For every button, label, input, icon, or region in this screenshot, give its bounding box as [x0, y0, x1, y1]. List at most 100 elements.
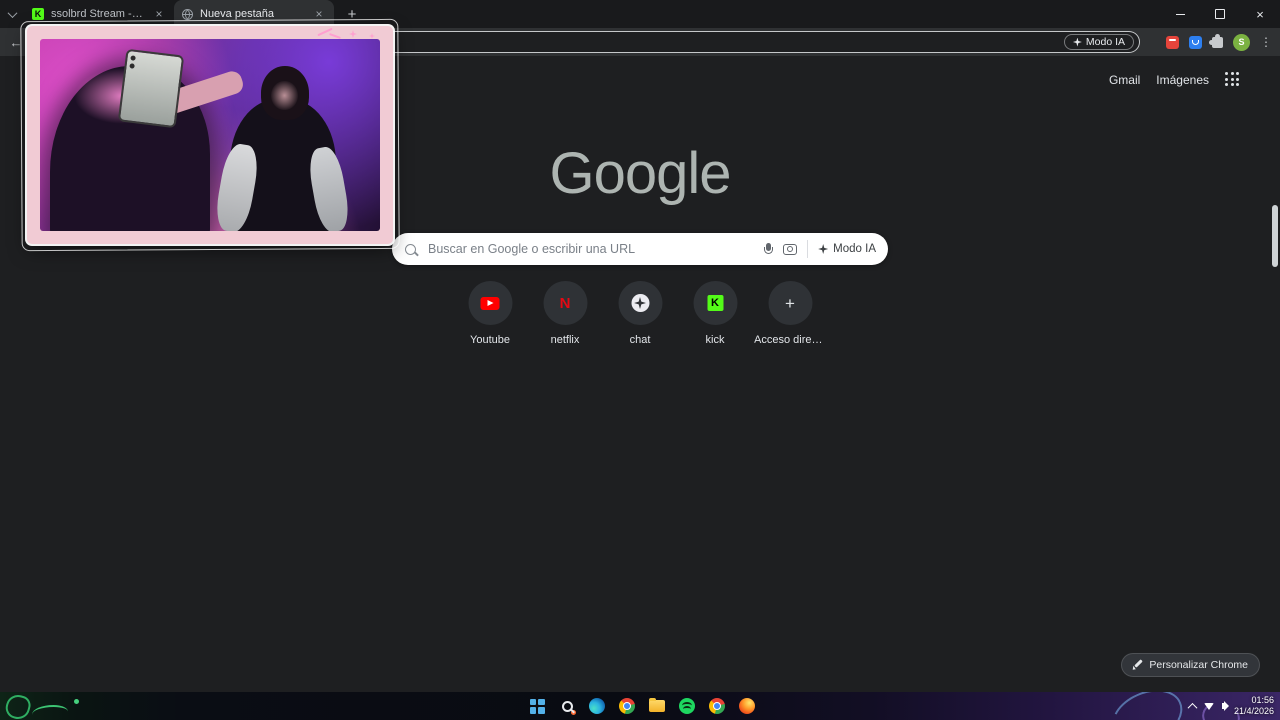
tray-overflow-button[interactable] [1187, 702, 1198, 713]
page-header: Gmail Imágenes [1109, 72, 1240, 87]
images-link[interactable]: Imágenes [1156, 73, 1209, 87]
taskbar-search-button[interactable] [558, 697, 576, 715]
tab-strip: K ssolbrd Stream - Watch Live on... × Nu… [0, 0, 1280, 28]
tab-title: Nueva pestaña [200, 8, 274, 20]
minimize-icon [1175, 13, 1185, 15]
shortcut-kick[interactable]: K kick [678, 281, 753, 346]
extension-blue-icon[interactable] [1189, 35, 1202, 49]
taskbar-chrome-button[interactable] [618, 697, 636, 715]
minimize-button[interactable] [1160, 0, 1200, 28]
taskbar-firefox-button[interactable] [738, 697, 756, 715]
tab-new-tab[interactable]: Nueva pestaña × [174, 0, 334, 28]
tab-search-button[interactable] [0, 0, 24, 28]
scrollbar-thumb[interactable] [1272, 205, 1278, 267]
clock-date: 21/4/2026 [1233, 706, 1274, 716]
shortcut-tile [468, 281, 512, 325]
omnibox-modo-ia-button[interactable]: Modo IA [1063, 34, 1134, 50]
modo-ia-label: Modo IA [833, 243, 876, 255]
shortcut-label: Youtube [470, 334, 510, 346]
browser-menu-button[interactable]: ⋮ [1260, 36, 1272, 48]
spotify-icon [679, 698, 695, 714]
shortcuts-row: Youtube N netflix chat K kick + Acceso d… [453, 281, 828, 346]
wallpaper-art [3, 692, 33, 720]
taskbar-clock[interactable]: 01:56 21/4/2026 [1234, 695, 1274, 718]
shortcut-chat[interactable]: chat [603, 281, 678, 346]
start-button[interactable] [528, 697, 546, 715]
gmail-link[interactable]: Gmail [1109, 73, 1140, 87]
new-tab-button[interactable]: + [340, 2, 364, 26]
extensions-puzzle-icon[interactable] [1209, 33, 1223, 48]
voice-search-icon[interactable] [763, 242, 774, 256]
windows-logo-icon [529, 698, 545, 714]
globe-favicon-icon [182, 8, 193, 20]
window-controls: × [1160, 0, 1280, 28]
toolbar-actions: S ⋮ [1166, 28, 1272, 56]
search-modo-ia-button[interactable]: Modo IA [818, 243, 876, 255]
windows-taskbar: 01:56 21/4/2026 [0, 692, 1280, 720]
volume-icon[interactable] [1221, 701, 1229, 711]
wallpaper-art [74, 699, 79, 704]
close-window-button[interactable]: × [1240, 0, 1280, 28]
youtube-icon [480, 296, 500, 310]
sparkle-icon [1072, 37, 1082, 47]
taskbar-chrome-2-button[interactable] [708, 697, 726, 715]
wallpaper-art [1103, 692, 1191, 720]
search-bar[interactable]: Modo IA [392, 233, 888, 265]
search-icon [561, 700, 576, 715]
picture-in-picture-video[interactable] [27, 26, 393, 244]
tab-close-button[interactable]: × [312, 7, 326, 21]
modo-ia-label: Modo IA [1085, 36, 1125, 48]
plus-icon: + [785, 293, 795, 313]
taskbar-spotify-button[interactable] [678, 697, 696, 715]
taskbar-file-explorer-button[interactable] [648, 697, 666, 715]
customize-chrome-button[interactable]: Personalizar Chrome [1121, 653, 1260, 677]
extension-red-icon[interactable] [1166, 35, 1179, 49]
sparkle-icon [818, 244, 829, 254]
kick-favicon-icon: K [32, 8, 44, 20]
google-apps-icon[interactable] [1225, 72, 1240, 87]
image-search-icon[interactable] [783, 243, 798, 255]
netflix-icon: N [559, 294, 571, 312]
shortcut-netflix[interactable]: N netflix [528, 281, 603, 346]
taskbar-app-button[interactable] [768, 697, 786, 715]
pencil-icon [1133, 660, 1143, 670]
maximize-icon [1215, 9, 1225, 19]
shortcut-youtube[interactable]: Youtube [453, 281, 528, 346]
search-icon [405, 243, 416, 255]
maximize-button[interactable] [1200, 0, 1240, 28]
chrome-icon [619, 698, 635, 714]
shortcut-label: chat [629, 334, 651, 346]
tab-stream[interactable]: K ssolbrd Stream - Watch Live on... × [24, 0, 174, 28]
chevron-down-icon [7, 7, 17, 18]
sparkle-icon [349, 30, 357, 38]
clock-time: 01:56 [1251, 694, 1274, 705]
taskbar-icons [528, 692, 786, 720]
close-icon: × [1256, 6, 1264, 22]
shortcut-label: netflix [550, 334, 580, 346]
folder-icon [649, 698, 665, 712]
taskbar-edge-button[interactable] [588, 697, 606, 715]
search-input[interactable] [426, 241, 755, 257]
tab-close-button[interactable]: × [152, 7, 166, 21]
shortcut-label: Acceso directo [754, 334, 826, 346]
stream-video-frame [40, 39, 380, 231]
tab-title: ssolbrd Stream - Watch Live on... [51, 8, 145, 20]
back-button[interactable]: ← [4, 30, 28, 54]
phone-prop [117, 49, 185, 129]
firefox-icon [739, 698, 755, 714]
chatgpt-icon [631, 294, 649, 312]
kick-icon: K [707, 295, 723, 311]
shortcut-label: kick [705, 334, 725, 346]
profile-avatar[interactable]: S [1233, 33, 1250, 51]
wallpaper-art [32, 705, 68, 720]
chrome-icon [709, 698, 725, 714]
shortcut-tile: N [543, 281, 587, 325]
streamer-right-head [261, 65, 309, 120]
shortcut-tile: + [768, 281, 812, 325]
edge-icon [589, 698, 605, 714]
shortcut-add[interactable]: + Acceso directo [753, 281, 828, 346]
shortcut-tile: K [693, 281, 737, 325]
system-tray: 01:56 21/4/2026 [1187, 692, 1274, 720]
customize-chrome-label: Personalizar Chrome [1149, 659, 1248, 671]
wifi-icon[interactable] [1203, 702, 1214, 710]
